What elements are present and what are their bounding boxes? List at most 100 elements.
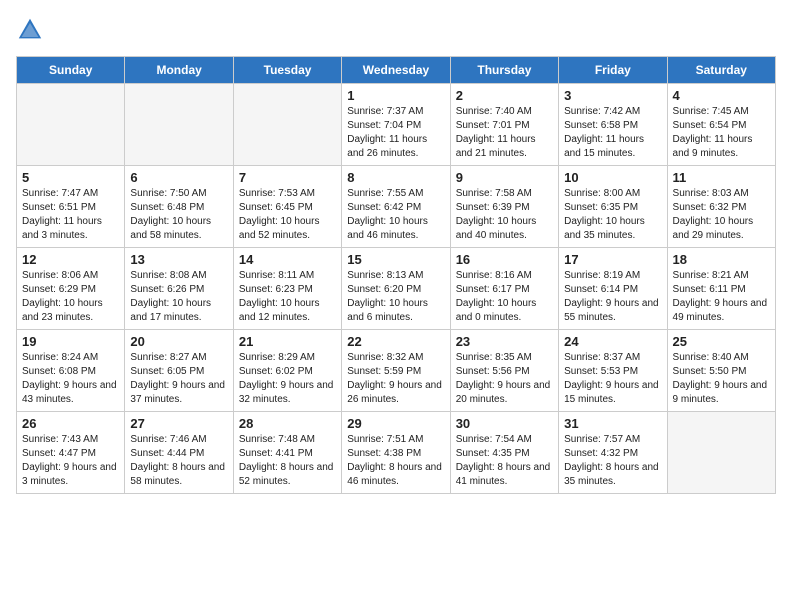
calendar-cell: 15Sunrise: 8:13 AM Sunset: 6:20 PM Dayli… xyxy=(342,248,450,330)
calendar-cell: 6 Sunrise: 7:50 AM Sunset: 6:48 PM Daylig… xyxy=(125,166,233,248)
cell-info: Sunrise: 7:37 AM Sunset: 7:04 PM Dayligh… xyxy=(347,105,444,161)
cell-info: Sunrise: 7:51 AM Sunset: 4:38 PM Dayligh… xyxy=(347,433,444,489)
cell-info: Sunrise: 8:19 AM Sunset: 6:14 PM Dayligh… xyxy=(564,269,661,325)
day-number: 25 xyxy=(673,334,770,349)
calendar-week-row: 5 Sunrise: 7:47 AM Sunset: 6:51 PM Daylig… xyxy=(17,166,776,248)
calendar-cell: 21 Sunrise: 8:29 AM Sunset: 6:02 PM Dayli… xyxy=(233,330,341,412)
calendar-cell: 11 Sunrise: 8:03 AM Sunset: 6:32 PM Dayli… xyxy=(667,166,775,248)
calendar-table: SundayMondayTuesdayWednesdayThursdayFrid… xyxy=(16,56,776,494)
cell-info: Sunrise: 8:16 AM Sunset: 6:17 PM Dayligh… xyxy=(456,269,553,325)
cell-info: Sunrise: 7:57 AM Sunset: 4:32 PM Dayligh… xyxy=(564,433,661,489)
calendar-cell xyxy=(233,84,341,166)
cell-info: Sunrise: 7:50 AM Sunset: 6:48 PM Dayligh… xyxy=(130,187,227,243)
day-number: 29 xyxy=(347,416,444,431)
cell-info: Sunrise: 7:43 AM Sunset: 4:47 PM Dayligh… xyxy=(22,433,119,489)
calendar-cell: 8 Sunrise: 7:55 AM Sunset: 6:42 PM Daylig… xyxy=(342,166,450,248)
day-number: 9 xyxy=(456,170,553,185)
cell-info: Sunrise: 8:21 AM Sunset: 6:11 PM Dayligh… xyxy=(673,269,770,325)
calendar-cell: 3Sunrise: 7:42 AM Sunset: 6:58 PM Daylig… xyxy=(559,84,667,166)
weekday-header-thursday: Thursday xyxy=(450,57,558,84)
day-number: 22 xyxy=(347,334,444,349)
day-number: 4 xyxy=(673,88,770,103)
day-number: 17 xyxy=(564,252,661,267)
calendar-cell: 26 Sunrise: 7:43 AM Sunset: 4:47 PM Dayli… xyxy=(17,412,125,494)
day-number: 16 xyxy=(456,252,553,267)
calendar-cell: 14 Sunrise: 8:11 AM Sunset: 6:23 PM Dayli… xyxy=(233,248,341,330)
calendar-week-row: 1 Sunrise: 7:37 AM Sunset: 7:04 PM Daylig… xyxy=(17,84,776,166)
calendar-cell: 27 Sunrise: 7:46 AM Sunset: 4:44 PM Dayli… xyxy=(125,412,233,494)
calendar-cell: 4Sunrise: 7:45 AM Sunset: 6:54 PM Daylig… xyxy=(667,84,775,166)
calendar-cell: 7Sunrise: 7:53 AM Sunset: 6:45 PM Daylig… xyxy=(233,166,341,248)
day-number: 15 xyxy=(347,252,444,267)
calendar-cell xyxy=(17,84,125,166)
day-number: 21 xyxy=(239,334,336,349)
page-header xyxy=(16,16,776,44)
cell-info: Sunrise: 8:06 AM Sunset: 6:29 PM Dayligh… xyxy=(22,269,119,325)
weekday-header-sunday: Sunday xyxy=(17,57,125,84)
calendar-cell: 25 Sunrise: 8:40 AM Sunset: 5:50 PM Dayli… xyxy=(667,330,775,412)
cell-info: Sunrise: 7:47 AM Sunset: 6:51 PM Dayligh… xyxy=(22,187,119,243)
day-number: 2 xyxy=(456,88,553,103)
cell-info: Sunrise: 8:37 AM Sunset: 5:53 PM Dayligh… xyxy=(564,351,661,407)
day-number: 6 xyxy=(130,170,227,185)
day-number: 28 xyxy=(239,416,336,431)
calendar-week-row: 19 Sunrise: 8:24 AM Sunset: 6:08 PM Dayli… xyxy=(17,330,776,412)
calendar-cell: 18Sunrise: 8:21 AM Sunset: 6:11 PM Dayli… xyxy=(667,248,775,330)
day-number: 1 xyxy=(347,88,444,103)
cell-info: Sunrise: 7:46 AM Sunset: 4:44 PM Dayligh… xyxy=(130,433,227,489)
calendar-cell: 28 Sunrise: 7:48 AM Sunset: 4:41 PM Dayli… xyxy=(233,412,341,494)
day-number: 10 xyxy=(564,170,661,185)
day-number: 11 xyxy=(673,170,770,185)
day-number: 26 xyxy=(22,416,119,431)
weekday-header-tuesday: Tuesday xyxy=(233,57,341,84)
cell-info: Sunrise: 7:55 AM Sunset: 6:42 PM Dayligh… xyxy=(347,187,444,243)
cell-info: Sunrise: 7:40 AM Sunset: 7:01 PM Dayligh… xyxy=(456,105,553,161)
cell-info: Sunrise: 8:40 AM Sunset: 5:50 PM Dayligh… xyxy=(673,351,770,407)
calendar-week-row: 26 Sunrise: 7:43 AM Sunset: 4:47 PM Dayli… xyxy=(17,412,776,494)
cell-info: Sunrise: 8:27 AM Sunset: 6:05 PM Dayligh… xyxy=(130,351,227,407)
calendar-cell: 22 Sunrise: 8:32 AM Sunset: 5:59 PM Dayli… xyxy=(342,330,450,412)
calendar-week-row: 12 Sunrise: 8:06 AM Sunset: 6:29 PM Dayli… xyxy=(17,248,776,330)
day-number: 12 xyxy=(22,252,119,267)
cell-info: Sunrise: 8:35 AM Sunset: 5:56 PM Dayligh… xyxy=(456,351,553,407)
cell-info: Sunrise: 8:11 AM Sunset: 6:23 PM Dayligh… xyxy=(239,269,336,325)
cell-info: Sunrise: 8:32 AM Sunset: 5:59 PM Dayligh… xyxy=(347,351,444,407)
calendar-cell: 16 Sunrise: 8:16 AM Sunset: 6:17 PM Dayli… xyxy=(450,248,558,330)
cell-info: Sunrise: 8:24 AM Sunset: 6:08 PM Dayligh… xyxy=(22,351,119,407)
day-number: 3 xyxy=(564,88,661,103)
cell-info: Sunrise: 7:58 AM Sunset: 6:39 PM Dayligh… xyxy=(456,187,553,243)
calendar-cell: 23 Sunrise: 8:35 AM Sunset: 5:56 PM Dayli… xyxy=(450,330,558,412)
logo-icon xyxy=(16,16,44,44)
cell-info: Sunrise: 8:08 AM Sunset: 6:26 PM Dayligh… xyxy=(130,269,227,325)
cell-info: Sunrise: 8:29 AM Sunset: 6:02 PM Dayligh… xyxy=(239,351,336,407)
weekday-header-row: SundayMondayTuesdayWednesdayThursdayFrid… xyxy=(17,57,776,84)
weekday-header-saturday: Saturday xyxy=(667,57,775,84)
day-number: 31 xyxy=(564,416,661,431)
logo xyxy=(16,16,48,44)
day-number: 23 xyxy=(456,334,553,349)
calendar-cell: 31 Sunrise: 7:57 AM Sunset: 4:32 PM Dayli… xyxy=(559,412,667,494)
cell-info: Sunrise: 8:03 AM Sunset: 6:32 PM Dayligh… xyxy=(673,187,770,243)
day-number: 19 xyxy=(22,334,119,349)
calendar-cell: 24 Sunrise: 8:37 AM Sunset: 5:53 PM Dayli… xyxy=(559,330,667,412)
calendar-cell: 12 Sunrise: 8:06 AM Sunset: 6:29 PM Dayli… xyxy=(17,248,125,330)
day-number: 20 xyxy=(130,334,227,349)
calendar-cell: 2 Sunrise: 7:40 AM Sunset: 7:01 PM Daylig… xyxy=(450,84,558,166)
calendar-cell: 19 Sunrise: 8:24 AM Sunset: 6:08 PM Dayli… xyxy=(17,330,125,412)
calendar-cell: 5 Sunrise: 7:47 AM Sunset: 6:51 PM Daylig… xyxy=(17,166,125,248)
cell-info: Sunrise: 7:53 AM Sunset: 6:45 PM Dayligh… xyxy=(239,187,336,243)
cell-info: Sunrise: 7:48 AM Sunset: 4:41 PM Dayligh… xyxy=(239,433,336,489)
cell-info: Sunrise: 8:00 AM Sunset: 6:35 PM Dayligh… xyxy=(564,187,661,243)
weekday-header-wednesday: Wednesday xyxy=(342,57,450,84)
day-number: 5 xyxy=(22,170,119,185)
weekday-header-monday: Monday xyxy=(125,57,233,84)
day-number: 24 xyxy=(564,334,661,349)
day-number: 27 xyxy=(130,416,227,431)
calendar-cell: 17 Sunrise: 8:19 AM Sunset: 6:14 PM Dayli… xyxy=(559,248,667,330)
day-number: 14 xyxy=(239,252,336,267)
calendar-cell: 10 Sunrise: 8:00 AM Sunset: 6:35 PM Dayli… xyxy=(559,166,667,248)
day-number: 8 xyxy=(347,170,444,185)
calendar-cell: 13Sunrise: 8:08 AM Sunset: 6:26 PM Dayli… xyxy=(125,248,233,330)
day-number: 30 xyxy=(456,416,553,431)
calendar-cell xyxy=(667,412,775,494)
